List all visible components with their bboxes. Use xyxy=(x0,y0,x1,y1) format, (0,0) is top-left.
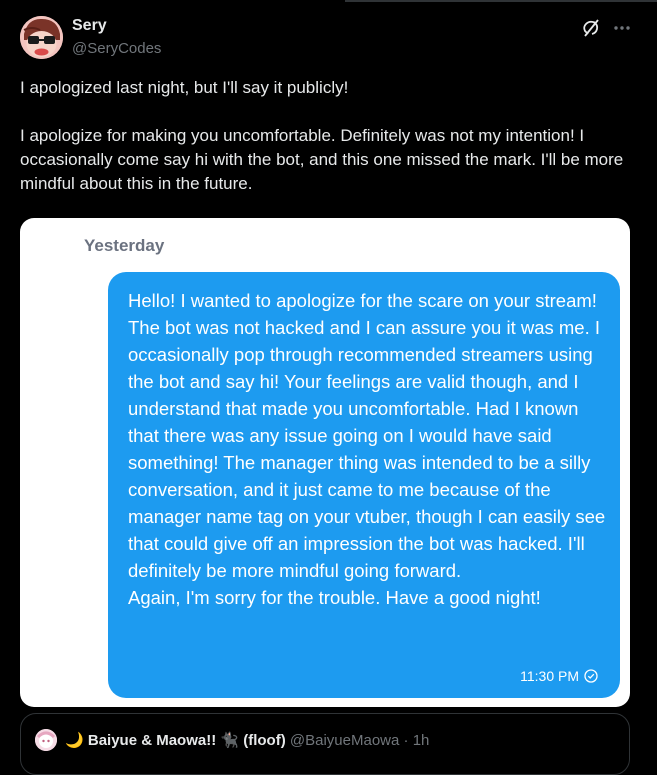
message-bubble: Hello! I wanted to apologize for the sca… xyxy=(108,272,620,698)
check-circle-icon xyxy=(584,669,598,683)
quoted-post[interactable]: 🌙 Baiyue & Maowa!! 🐈‍⬛ (floof) @BaiyueMa… xyxy=(20,713,630,775)
quoted-age: 1h xyxy=(412,732,430,749)
attached-image[interactable]: Yesterday Hello! I wanted to apologize f… xyxy=(20,218,630,707)
post-paragraph-2: I apologize for making you uncomfortable… xyxy=(20,126,624,193)
day-label: Yesterday xyxy=(84,236,165,255)
grok-icon[interactable] xyxy=(580,17,602,39)
quoted-header: 🌙 Baiyue & Maowa!! 🐈‍⬛ (floof) @BaiyueMa… xyxy=(65,731,429,749)
message-text: Hello! I wanted to apologize for the sca… xyxy=(128,290,606,608)
post-text: I apologized last night, but I'll say it… xyxy=(20,76,640,196)
more-icon[interactable] xyxy=(611,17,633,39)
quoted-separator: · xyxy=(403,732,409,749)
quoted-name-suffix: 🐈‍⬛ (floof) xyxy=(220,732,286,749)
quoted-avatar xyxy=(35,729,57,751)
author-handle[interactable]: @SeryCodes xyxy=(72,40,161,57)
author-name[interactable]: Sery xyxy=(72,17,107,35)
quoted-name: Baiyue & Maowa!! xyxy=(87,732,217,749)
post: Sery @SeryCodes I apologized last night,… xyxy=(0,0,657,775)
message-time: 11:30 PM xyxy=(520,668,579,684)
quoted-name-prefix: 🌙 xyxy=(65,732,84,749)
author-avatar[interactable] xyxy=(20,16,63,59)
post-paragraph-1: I apologized last night, but I'll say it… xyxy=(20,78,349,97)
message-timestamp: 11:30 PM xyxy=(520,668,598,684)
quoted-handle: @BaiyueMaowa xyxy=(289,732,400,749)
